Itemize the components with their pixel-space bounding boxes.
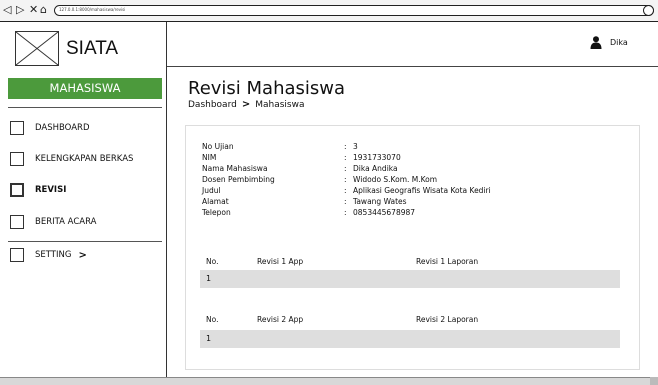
search-icon[interactable] [643, 5, 654, 16]
table-header-revisi-2-app: Revisi 2 App [257, 315, 304, 324]
info-value: 3 [353, 142, 358, 151]
chevron-right-icon: > [78, 249, 87, 261]
table-header-no: No. [206, 315, 219, 324]
table-header-revisi-1-laporan: Revisi 1 Laporan [416, 257, 479, 266]
info-label: Judul [202, 186, 221, 195]
table-cell-no: 1 [206, 334, 212, 343]
sidebar-item-label: SETTING [35, 250, 72, 260]
sidebar-item-revisi[interactable]: REVISI [10, 181, 160, 199]
sidebar-item-setting[interactable]: SETTING > [10, 246, 160, 264]
info-label: No Ujian [202, 142, 234, 151]
info-label: Nama Mahasiswa [202, 164, 268, 173]
chevron-right-icon: > [241, 99, 251, 110]
divider [8, 241, 162, 242]
info-value: 1931733070 [353, 153, 401, 162]
address-bar[interactable]: 127.0.0.1:8000/mahasiswa/revisi [54, 5, 654, 16]
horizontal-scrollbar[interactable] [0, 377, 658, 385]
app-name: SIATA [66, 38, 119, 59]
forward-arrow-icon[interactable]: ▷ [16, 3, 24, 17]
info-value: Tawang Wates [353, 197, 407, 206]
info-label: Alamat [202, 197, 229, 206]
info-colon: : [344, 164, 347, 173]
sidebar-item-berita-acara[interactable]: BERITA ACARA [10, 213, 160, 231]
sidebar: SIATA MAHASISWA DASHBOARD KELENGKAPAN BE… [4, 22, 167, 377]
browser-toolbar: ◁ ▷ ✕ ⌂ 127.0.0.1:8000/mahasiswa/revisi [0, 0, 658, 22]
scrollbar-corner [650, 377, 658, 385]
info-colon: : [344, 142, 347, 151]
info-colon: : [344, 186, 347, 195]
info-value: Widodo S.Kom. M.Kom [353, 175, 438, 184]
table-row [200, 330, 620, 348]
table-cell-no: 1 [206, 274, 212, 283]
header-divider [167, 66, 658, 67]
menu-box-icon [10, 183, 24, 197]
close-icon[interactable]: ✕ [29, 3, 38, 17]
menu-box-icon [10, 152, 24, 166]
url-text: 127.0.0.1:8000/mahasiswa/revisi [59, 7, 126, 12]
image-placeholder-icon [15, 31, 59, 66]
info-value: Aplikasi Geografis Wisata Kota Kediri [353, 186, 491, 195]
menu-box-icon [10, 215, 24, 229]
info-value: 0853445678987 [353, 208, 416, 217]
info-label: Dosen Pembimbing [202, 175, 275, 184]
breadcrumb-current: Mahasiswa [255, 99, 305, 110]
breadcrumb: Dashboard > Mahasiswa [188, 99, 304, 110]
info-colon: : [344, 153, 347, 162]
table-row [200, 270, 620, 288]
role-badge: MAHASISWA [8, 78, 162, 99]
info-value: Dika Andika [353, 164, 398, 173]
table-header-revisi-1-app: Revisi 1 App [257, 257, 304, 266]
sidebar-item-dashboard[interactable]: DASHBOARD [10, 119, 160, 137]
info-label: NIM [202, 153, 217, 162]
user-name[interactable]: Dika [610, 38, 628, 47]
menu-box-icon [10, 248, 24, 262]
menu-box-icon [10, 121, 24, 135]
sidebar-item-label: BERITA ACARA [35, 217, 97, 227]
info-colon: : [344, 208, 347, 217]
table-header-no: No. [206, 257, 219, 266]
sidebar-item-label: KELENGKAPAN BERKAS [35, 154, 134, 164]
sidebar-item-label: REVISI [35, 185, 67, 195]
back-arrow-icon[interactable]: ◁ [3, 3, 11, 17]
info-label: Telepon [202, 208, 231, 217]
divider [8, 107, 162, 108]
info-colon: : [344, 175, 347, 184]
user-icon[interactable] [590, 36, 602, 49]
page-title: Revisi Mahasiswa [188, 78, 346, 99]
info-colon: : [344, 197, 347, 206]
home-icon[interactable]: ⌂ [40, 3, 47, 17]
sidebar-item-label: DASHBOARD [35, 123, 90, 133]
table-header-revisi-2-laporan: Revisi 2 Laporan [416, 315, 479, 324]
sidebar-item-kelengkapan-berkas[interactable]: KELENGKAPAN BERKAS [10, 150, 160, 168]
breadcrumb-link-dashboard[interactable]: Dashboard [188, 100, 237, 110]
